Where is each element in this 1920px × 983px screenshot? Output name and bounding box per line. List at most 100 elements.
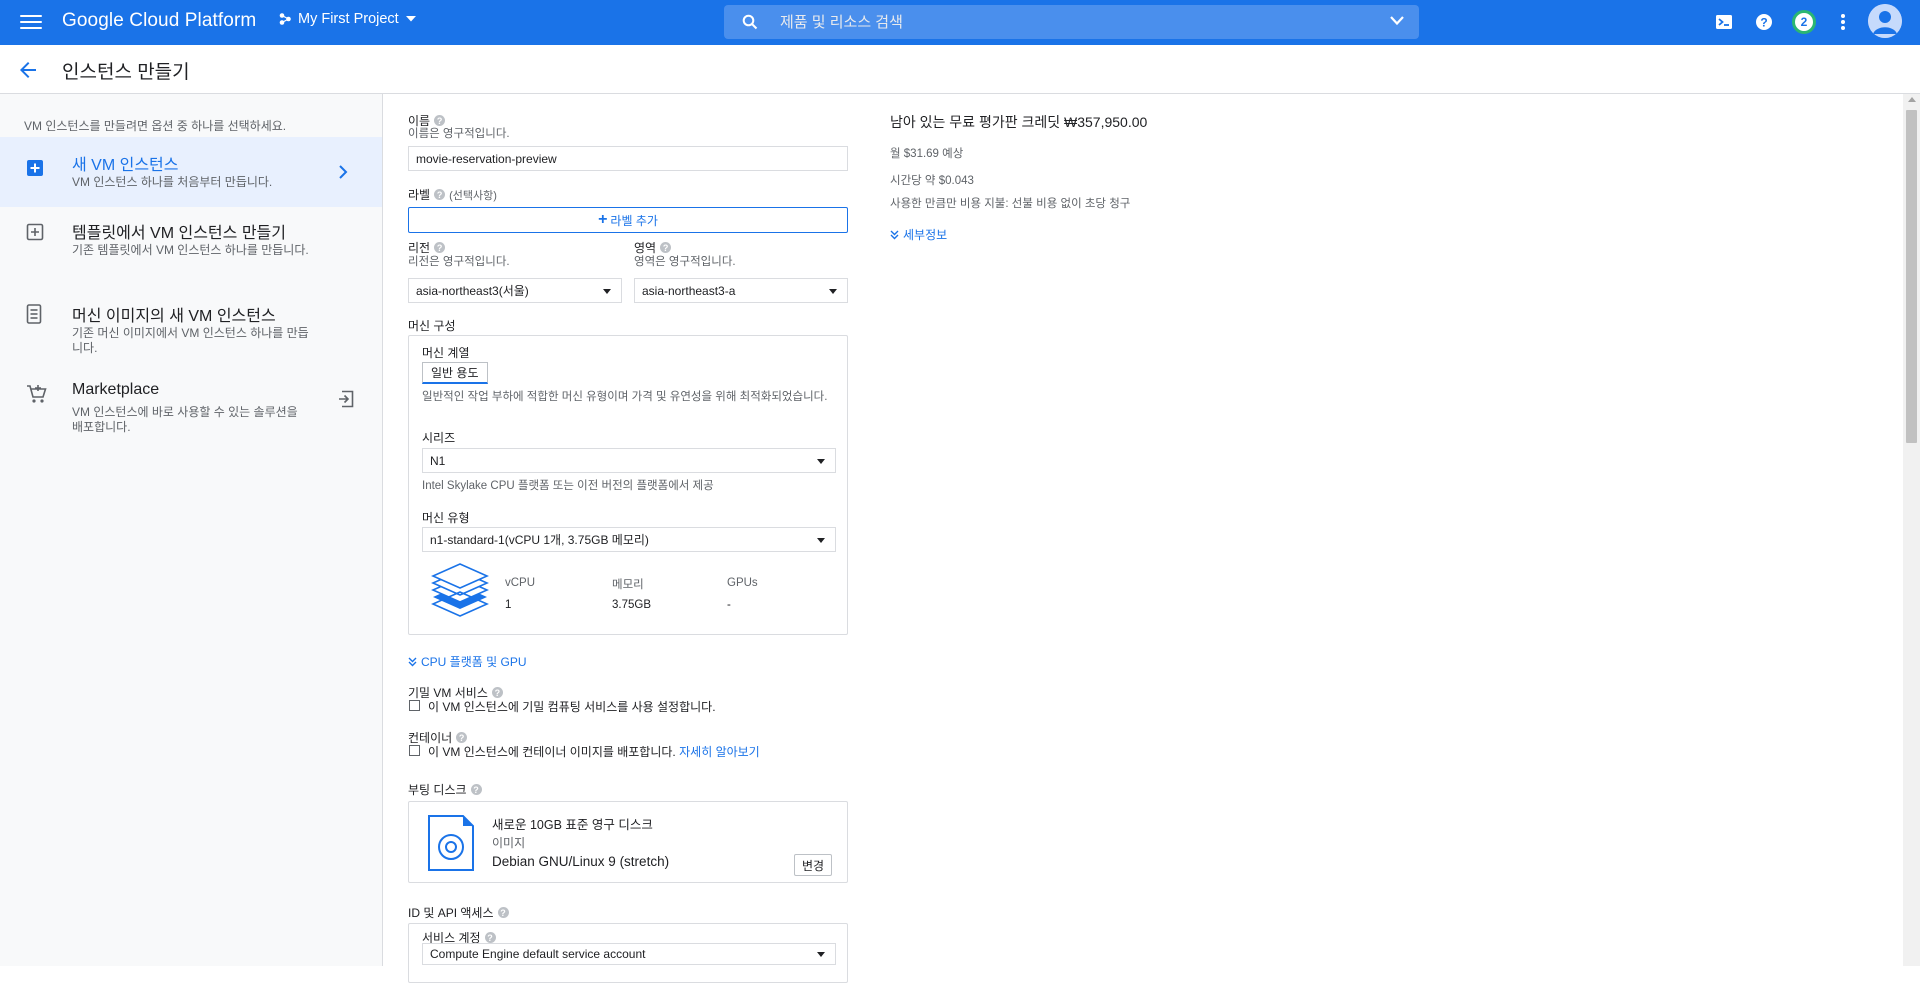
help-icon[interactable]: ? — [497, 907, 509, 918]
name-input[interactable] — [408, 146, 848, 171]
help-icon[interactable]: ? — [434, 242, 446, 253]
help-icon[interactable]: ? — [491, 687, 503, 698]
search-expand-chevron-icon[interactable] — [1389, 15, 1405, 27]
labels-label: 라벨? (선택사항) — [408, 188, 497, 202]
search-input[interactable] — [780, 9, 1340, 35]
chevron-right-icon — [339, 165, 348, 179]
option-from-machine-image[interactable]: 머신 이미지의 새 VM 인스턴스 기존 머신 이미지에서 VM 인스턴스 하나… — [0, 290, 382, 370]
series-label: 시리즈 — [422, 431, 456, 445]
vcpu-value: 1 — [505, 599, 512, 611]
confidential-vm-checkbox[interactable] — [409, 700, 420, 711]
series-select[interactable]: N1 — [422, 448, 836, 473]
boot-disk-title: 새로운 10GB 표준 영구 디스크 — [492, 818, 653, 832]
scroll-up-arrow-icon[interactable] — [1908, 97, 1916, 102]
vcpu-header: vCPU — [505, 577, 536, 589]
details-expand-link[interactable]: 세부정보 — [890, 226, 947, 243]
option-desc: VM 인스턴스 하나를 처음부터 만듭니다. — [72, 175, 273, 189]
search-icon — [742, 14, 758, 30]
add-box-icon — [27, 160, 43, 176]
billing-note: 사용한 만큼만 비용 지불: 선불 비용 없이 초당 청구 — [890, 198, 1131, 210]
region-select[interactable]: asia-northeast3(서울) — [408, 278, 622, 303]
dropdown-caret-icon — [603, 289, 611, 294]
machine-image-icon — [26, 304, 42, 324]
more-vert-icon[interactable] — [1831, 10, 1855, 34]
machine-family-desc: 일반적인 작업 부하에 적합한 머신 유형이며 가격 및 유연성을 위해 최적화… — [422, 391, 828, 403]
help-icon[interactable]: ? — [660, 242, 672, 253]
disk-icon — [428, 815, 474, 871]
identity-card: 서비스 계정? Compute Engine default service a… — [408, 923, 848, 983]
name-sub: 이름은 영구적입니다. — [408, 128, 510, 140]
top-app-bar: Google Cloud Platform My First Project ?… — [0, 0, 1920, 45]
project-name: My First Project — [298, 11, 399, 27]
machine-stack-icon — [431, 563, 489, 617]
help-icon[interactable]: ? — [484, 932, 496, 943]
option-title: 템플릿에서 VM 인스턴스 만들기 — [72, 225, 286, 242]
svg-text:?: ? — [1760, 16, 1767, 30]
boot-disk-image: Debian GNU/Linux 9 (stretch) — [492, 854, 670, 869]
change-boot-disk-button[interactable]: 변경 — [794, 854, 833, 876]
machine-config-card: 머신 계열 일반 용도 일반적인 작업 부하에 적합한 머신 유형이며 가격 및… — [408, 335, 848, 635]
cart-icon — [27, 385, 47, 403]
double-chevron-down-icon — [890, 230, 899, 239]
menu-icon[interactable] — [20, 11, 42, 33]
option-desc: 기존 머신 이미지에서 VM 인스턴스 하나를 만듭니다. — [72, 326, 309, 355]
free-trial-credit: 남아 있는 무료 평가판 크레딧 ₩357,950.00 — [890, 114, 1148, 130]
machine-family-label: 머신 계열 — [422, 346, 470, 360]
container-checkbox[interactable] — [409, 745, 420, 756]
boot-disk-card: 새로운 10GB 표준 영구 디스크 이미지 Debian GNU/Linux … — [408, 801, 848, 883]
machine-type-select[interactable]: n1-standard-1(vCPU 1개, 3.75GB 메모리) — [422, 527, 836, 552]
dropdown-caret-icon — [817, 952, 825, 957]
hourly-estimate: 시간당 약 $0.043 — [890, 175, 974, 187]
region-sub: 리전은 영구적입니다. — [408, 256, 510, 268]
cpu-gpu-expand-link[interactable]: CPU 플랫폼 및 GPU — [408, 653, 527, 670]
identity-api-label: ID 및 API 액세스? — [408, 904, 509, 921]
option-desc: 기존 템플릿에서 VM 인스턴스 하나를 만듭니다. — [72, 243, 309, 257]
chevron-down-icon — [405, 16, 416, 22]
monthly-estimate: 월 $31.69 예상 — [890, 148, 964, 160]
help-icon[interactable]: ? — [1752, 10, 1776, 34]
scrollbar-thumb[interactable] — [1906, 110, 1917, 443]
option-title: 머신 이미지의 새 VM 인스턴스 — [72, 308, 276, 325]
boot-disk-image-label: 이미지 — [492, 836, 526, 850]
machine-config-label: 머신 구성 — [408, 319, 456, 333]
open-external-icon — [339, 390, 354, 408]
help-icon[interactable]: ? — [456, 732, 468, 743]
add-label-button[interactable]: + 라벨 추가 — [408, 207, 848, 233]
project-selector[interactable]: My First Project — [278, 11, 417, 27]
option-title: 새 VM 인스턴스 — [72, 157, 179, 174]
help-icon[interactable]: ? — [434, 189, 446, 200]
search-bar[interactable] — [724, 5, 1419, 39]
back-arrow-icon[interactable] — [16, 58, 40, 82]
service-account-select[interactable]: Compute Engine default service account — [422, 943, 836, 965]
creation-options-panel: VM 인스턴스를 만들려면 옵션 중 하나를 선택하세요. 새 VM 인스턴스 … — [0, 94, 383, 966]
brand-title[interactable]: Google Cloud Platform — [62, 10, 256, 32]
memory-value: 3.75GB — [612, 599, 651, 611]
page-title: 인스턴스 만들기 — [62, 62, 190, 83]
series-desc: Intel Skylake CPU 플랫폼 또는 이전 버전의 플랫폼에서 제공 — [422, 480, 714, 492]
zone-select[interactable]: asia-northeast3-a — [634, 278, 848, 303]
option-from-template[interactable]: 템플릿에서 VM 인스턴스 만들기 기존 템플릿에서 VM 인스턴스 하나를 만… — [0, 210, 382, 290]
option-title: Marketplace — [72, 381, 160, 398]
cloud-shell-icon[interactable] — [1712, 10, 1736, 34]
dropdown-caret-icon — [829, 289, 837, 294]
double-chevron-down-icon — [408, 657, 417, 666]
dropdown-caret-icon — [817, 459, 825, 464]
option-new-vm[interactable]: 새 VM 인스턴스 VM 인스턴스 하나를 처음부터 만듭니다. — [0, 137, 382, 207]
zone-sub: 영역은 영구적입니다. — [634, 256, 736, 268]
project-icon — [279, 13, 291, 25]
container-checkbox-label: 이 VM 인스턴스에 컨테이너 이미지를 배포합니다. 자세히 알아보기 — [428, 745, 760, 759]
confidential-vm-checkbox-label: 이 VM 인스턴스에 기밀 컴퓨팅 서비스를 사용 설정합니다. — [428, 700, 716, 714]
page-header: 인스턴스 만들기 — [0, 45, 1920, 94]
account-icon[interactable] — [1868, 4, 1902, 38]
plus-icon: + — [598, 211, 608, 228]
dropdown-caret-icon — [817, 538, 825, 543]
tab-general-purpose[interactable]: 일반 용도 — [422, 362, 488, 384]
notification-badge[interactable]: 2 — [1792, 10, 1816, 34]
boot-disk-label: 부팅 디스크? — [408, 781, 482, 798]
help-icon[interactable]: ? — [470, 784, 482, 795]
option-desc: VM 인스턴스에 바로 사용할 수 있는 솔루션을 배포합니다. — [72, 405, 298, 434]
machine-type-label: 머신 유형 — [422, 511, 470, 525]
gpus-header: GPUs — [727, 577, 758, 589]
learn-more-link[interactable]: 자세히 알아보기 — [679, 745, 760, 759]
option-marketplace[interactable]: Marketplace VM 인스턴스에 바로 사용할 수 있는 솔루션을 배포… — [0, 370, 382, 450]
